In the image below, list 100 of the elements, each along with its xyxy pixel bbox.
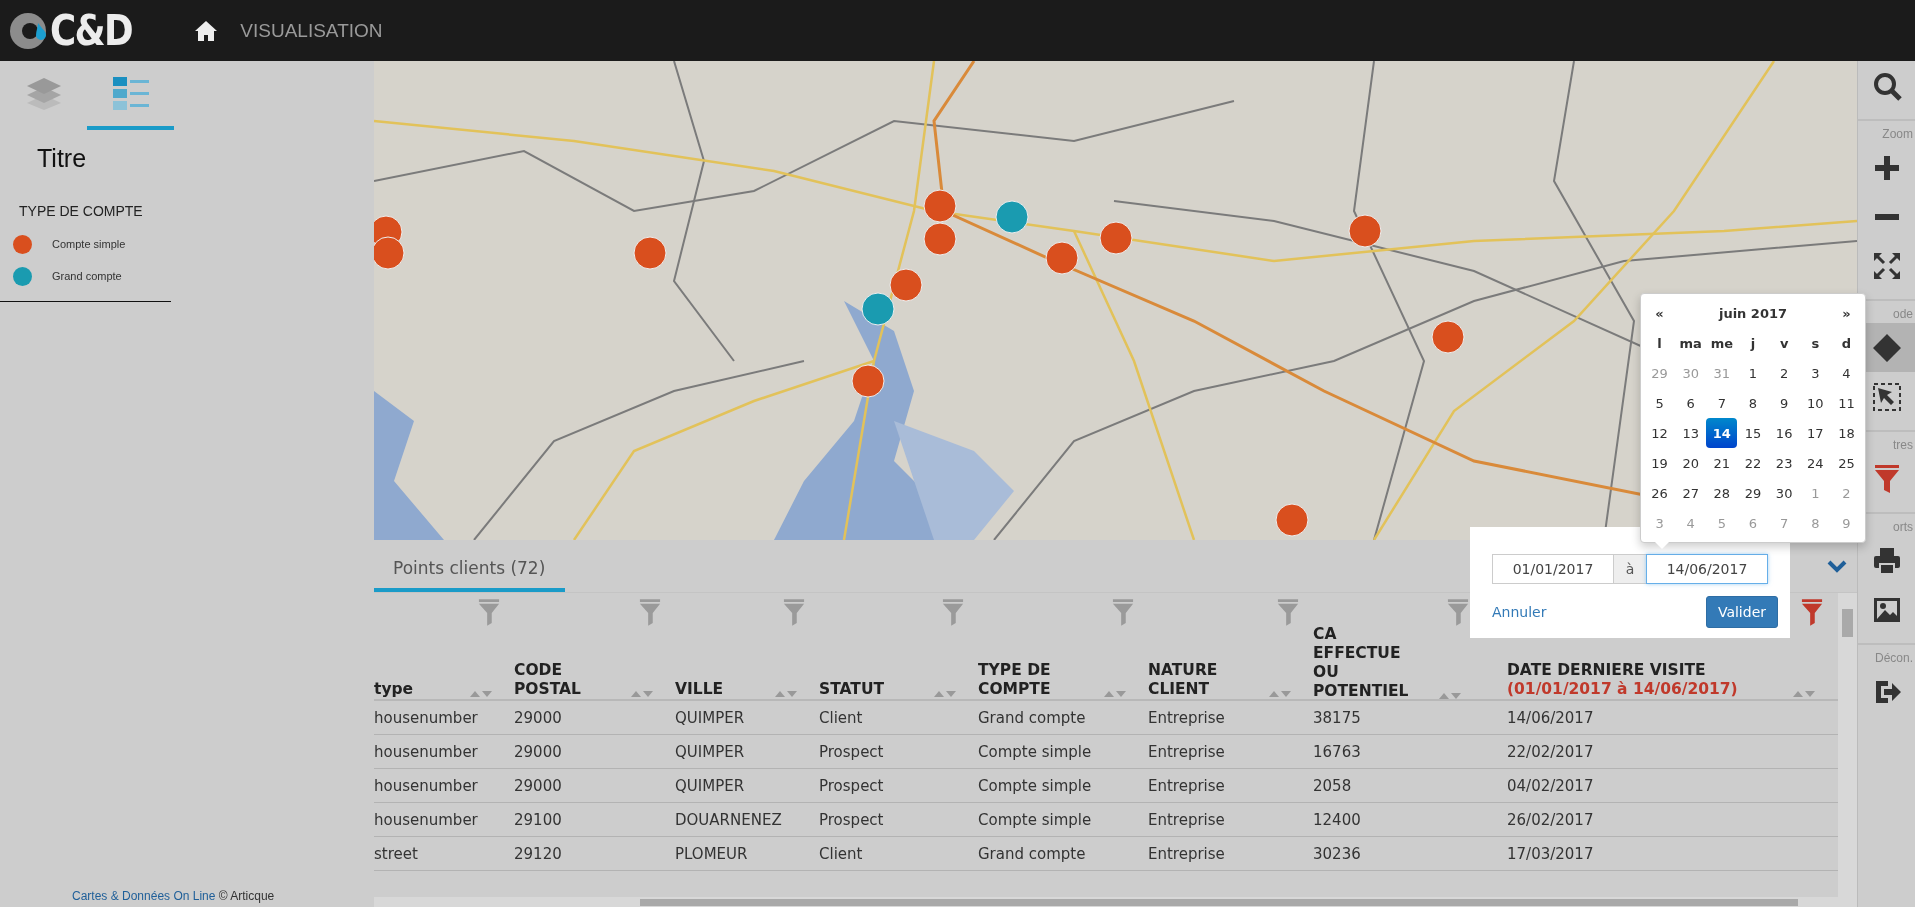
calendar-day[interactable]: 27	[1675, 478, 1707, 508]
column-header: NATURE CLIENT	[1148, 661, 1219, 699]
month-title[interactable]: juin 2017	[1675, 298, 1831, 328]
column-header: STATUT	[819, 680, 886, 699]
filter-range: (01/01/2017 à 14/06/2017)	[1507, 680, 1739, 699]
calendar-day[interactable]: 30	[1768, 478, 1800, 508]
calendar-day[interactable]: 20	[1675, 448, 1707, 478]
table-cell-text: Compte simple	[978, 776, 1093, 795]
sort-icon[interactable]	[631, 690, 653, 698]
table-cell-text: Grand compte	[978, 844, 1087, 863]
vertical-scrollbar[interactable]	[1838, 593, 1857, 907]
weekday-label: ma	[1678, 334, 1703, 353]
weekday-label: j	[1749, 334, 1757, 353]
filter-icon[interactable]	[783, 599, 805, 627]
legend-label: Grand compte	[52, 270, 122, 282]
calendar-day[interactable]: 26	[1644, 478, 1676, 508]
filter-icon[interactable]	[1447, 599, 1469, 627]
calendar-day[interactable]: 17	[1799, 418, 1831, 448]
sort-icon[interactable]	[1439, 692, 1461, 700]
calendar-day[interactable]: 8	[1737, 388, 1769, 418]
calendar-day[interactable]: 2	[1768, 358, 1800, 388]
table-cell-text: 16763	[1313, 742, 1362, 761]
end-date-field[interactable]: 14/06/2017	[1646, 554, 1768, 584]
legend-label: Compte simple	[52, 238, 126, 250]
table-cell-text: Compte simple	[978, 742, 1093, 761]
column-header: CA EFFECTUE OU POTENTIEL	[1313, 625, 1410, 701]
filter-icon[interactable]	[1277, 599, 1299, 627]
calendar-day[interactable]: 6	[1675, 388, 1707, 418]
calendar-day[interactable]: 3	[1799, 358, 1831, 388]
calendar-day[interactable]: 1	[1737, 358, 1769, 388]
filter-icon[interactable]	[1112, 599, 1134, 627]
selection-icon	[1871, 381, 1902, 412]
filter-icon[interactable]	[639, 599, 661, 627]
calendar-day[interactable]: 19	[1644, 448, 1676, 478]
table-cell-text: housenumber	[374, 810, 479, 829]
copyright-text: Cartes & Données On Line © Articque	[72, 889, 275, 903]
calendar-day[interactable]: 11	[1830, 388, 1862, 418]
table-cell-text: 30236	[1313, 844, 1362, 863]
table-cell-text: 29000	[514, 708, 563, 727]
calendar-day[interactable]: 5	[1644, 388, 1676, 418]
credits-link[interactable]: Cartes & Données On Line	[72, 889, 216, 903]
calendar-day[interactable]: 10	[1799, 388, 1831, 418]
table-cell-text: housenumber	[374, 742, 479, 761]
table-cell-text: DOUARNENEZ	[675, 810, 783, 829]
filter-icon[interactable]	[1801, 599, 1823, 627]
table-cell-text: 29120	[514, 844, 563, 863]
chevron-down-icon[interactable]	[1827, 560, 1847, 574]
table-cell-text: 38175	[1313, 708, 1362, 727]
start-date-field[interactable]: 01/01/2017	[1492, 554, 1614, 584]
calendar-day[interactable]: 15	[1737, 418, 1769, 448]
table-cell-text: Entreprise	[1148, 810, 1226, 829]
table-cell-text: Entreprise	[1148, 776, 1226, 795]
table-cell-text: Entreprise	[1148, 708, 1226, 727]
horizontal-scrollbar[interactable]	[374, 897, 1838, 907]
table-cell-text: 29100	[514, 810, 563, 829]
filter-icon[interactable]	[478, 599, 500, 627]
toolbar-label: Décon.	[1858, 643, 1915, 667]
legend-icon	[112, 75, 149, 112]
table-cell-text: 29000	[514, 776, 563, 795]
calendar-day[interactable]: 28	[1706, 478, 1738, 508]
legend-heading: TYPE DE COMPTE	[19, 203, 144, 219]
validate-button[interactable]: Valider	[1705, 596, 1778, 628]
table-cell-text: 22/02/2017	[1507, 742, 1595, 761]
calendar-day[interactable]: 7	[1706, 388, 1738, 418]
sort-icon[interactable]	[775, 690, 797, 698]
table-cell-text: Compte simple	[978, 810, 1093, 829]
calendar-day[interactable]: 22	[1737, 448, 1769, 478]
weekday-label: me	[1709, 334, 1735, 353]
search-icon	[1871, 70, 1902, 101]
table-cell-text: housenumber	[374, 776, 479, 795]
calendar-day[interactable]: 23	[1768, 448, 1800, 478]
nav-link[interactable]: VISUALISATION	[240, 19, 383, 42]
table-cell-text: QUIMPER	[675, 708, 746, 727]
cancel-link[interactable]: Annuler	[1492, 604, 1547, 620]
sort-icon[interactable]	[470, 690, 492, 698]
calendar-day[interactable]: 13	[1675, 418, 1707, 448]
sort-icon[interactable]	[934, 690, 956, 698]
filter-icon[interactable]	[942, 599, 964, 627]
panel-tab[interactable]: Points clients (72)	[374, 558, 565, 592]
layers-icon	[25, 76, 62, 111]
home-icon[interactable]	[194, 19, 219, 42]
calendar-day[interactable]: 16	[1768, 418, 1800, 448]
calendar-day[interactable]: 4	[1830, 358, 1862, 388]
sort-icon[interactable]	[1269, 690, 1291, 698]
calendar-day[interactable]: 12	[1644, 418, 1676, 448]
calendar-day[interactable]: 24	[1799, 448, 1831, 478]
calendar-day[interactable]: 21	[1706, 448, 1738, 478]
calendar-day[interactable]: 9	[1768, 388, 1800, 418]
table-cell-text: 12400	[1313, 810, 1362, 829]
previous-month-button[interactable]: «	[1644, 298, 1676, 328]
weekday-label: d	[1840, 334, 1853, 353]
table-cell-text: 29000	[514, 742, 563, 761]
sort-icon[interactable]	[1793, 690, 1815, 698]
range-separator: à	[1614, 554, 1646, 584]
table-cell-text: Client	[819, 844, 864, 863]
table-cell-text: 04/02/2017	[1507, 776, 1595, 795]
calendar-day[interactable]: 29	[1737, 478, 1769, 508]
table-cell-text: Prospect	[819, 776, 885, 795]
sort-icon[interactable]	[1104, 690, 1126, 698]
calendar-day[interactable]: 14	[1706, 418, 1738, 448]
